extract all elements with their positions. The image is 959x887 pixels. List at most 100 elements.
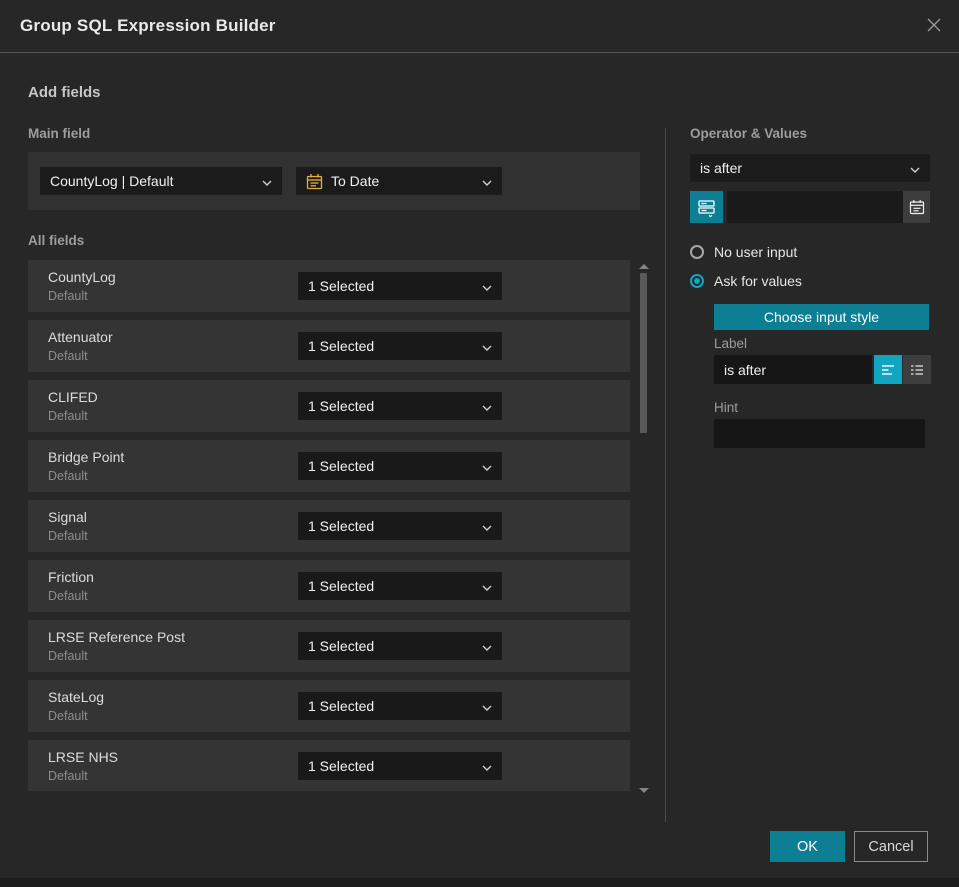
radio-ask-for-values[interactable]: Ask for values bbox=[690, 273, 802, 289]
input-style-text-button[interactable] bbox=[874, 355, 902, 384]
field-selected-value: 1 Selected bbox=[308, 338, 375, 354]
field-selected-value: 1 Selected bbox=[308, 578, 375, 594]
main-field-label: Main field bbox=[28, 126, 91, 141]
field-selected-dropdown[interactable]: 1 Selected bbox=[298, 692, 502, 720]
field-name: Friction bbox=[48, 569, 94, 585]
chevron-down-icon bbox=[476, 698, 492, 714]
field-subtitle: Default bbox=[48, 289, 88, 303]
group-sql-expression-builder-dialog: Group SQL Expression Builder Add fields … bbox=[0, 0, 959, 887]
field-selected-value: 1 Selected bbox=[308, 398, 375, 414]
main-date-select-value: To Date bbox=[331, 173, 380, 189]
field-selected-dropdown[interactable]: 1 Selected bbox=[298, 632, 502, 660]
field-row: StateLog Default 1 Selected bbox=[28, 680, 630, 732]
field-name: Bridge Point bbox=[48, 449, 125, 465]
operator-values-heading: Operator & Values bbox=[690, 126, 808, 141]
chevron-down-icon bbox=[476, 638, 492, 654]
main-date-select[interactable]: To Date bbox=[296, 167, 502, 195]
chevron-down-icon bbox=[476, 758, 492, 774]
field-selected-dropdown[interactable]: 1 Selected bbox=[298, 752, 502, 780]
field-selected-dropdown[interactable]: 1 Selected bbox=[298, 512, 502, 540]
add-fields-heading: Add fields bbox=[28, 84, 101, 101]
panel-divider bbox=[665, 128, 666, 822]
hint-caption: Hint bbox=[714, 400, 739, 415]
field-name: Signal bbox=[48, 509, 87, 525]
field-row: Signal Default 1 Selected bbox=[28, 500, 630, 552]
scroll-down-arrow[interactable] bbox=[639, 788, 649, 793]
field-row: LRSE NHS Default 1 Selected bbox=[28, 740, 630, 791]
field-name: CLIFED bbox=[48, 389, 98, 405]
calendar-icon bbox=[306, 173, 323, 190]
field-row: Attenuator Default 1 Selected bbox=[28, 320, 630, 372]
all-fields-label: All fields bbox=[28, 233, 85, 248]
chevron-down-icon bbox=[476, 173, 492, 189]
field-selected-value: 1 Selected bbox=[308, 278, 375, 294]
field-selected-value: 1 Selected bbox=[308, 458, 375, 474]
field-subtitle: Default bbox=[48, 649, 88, 663]
field-name: StateLog bbox=[48, 689, 105, 705]
field-selected-dropdown[interactable]: 1 Selected bbox=[298, 272, 502, 300]
field-subtitle: Default bbox=[48, 769, 88, 783]
list-icon bbox=[909, 362, 925, 378]
all-fields-list: CountyLog Default 1 Selected Attenuator … bbox=[28, 260, 630, 791]
dialog-title: Group SQL Expression Builder bbox=[20, 16, 276, 35]
field-name: LRSE Reference Post bbox=[48, 629, 185, 645]
chevron-down-icon bbox=[476, 398, 492, 414]
operator-select-value: is after bbox=[700, 160, 743, 176]
field-selected-value: 1 Selected bbox=[308, 758, 375, 774]
field-subtitle: Default bbox=[48, 709, 88, 723]
field-name: Attenuator bbox=[48, 329, 113, 345]
radio-selected-icon bbox=[690, 274, 704, 288]
choose-input-style-button[interactable]: Choose input style bbox=[714, 304, 929, 330]
field-name: LRSE NHS bbox=[48, 749, 119, 765]
field-row: Friction Default 1 Selected bbox=[28, 560, 630, 612]
radio-ask-for-values-label: Ask for values bbox=[714, 273, 802, 289]
field-row: LRSE Reference Post Default 1 Selected bbox=[28, 620, 630, 672]
dialog-bottom-edge bbox=[0, 878, 959, 887]
label-input[interactable] bbox=[714, 355, 872, 384]
main-field-panel: CountyLog | Default To Date bbox=[28, 152, 640, 210]
scroll-up-arrow[interactable] bbox=[639, 264, 649, 269]
field-row: CountyLog Default 1 Selected bbox=[28, 260, 630, 312]
field-subtitle: Default bbox=[48, 409, 88, 423]
field-selected-value: 1 Selected bbox=[308, 518, 375, 534]
chevron-down-icon bbox=[476, 578, 492, 594]
chevron-down-icon bbox=[476, 458, 492, 474]
scrollbar-thumb[interactable] bbox=[640, 273, 647, 433]
field-subtitle: Default bbox=[48, 589, 88, 603]
dialog-header: Group SQL Expression Builder bbox=[0, 0, 959, 53]
stacked-values-icon bbox=[697, 198, 716, 217]
hint-input[interactable] bbox=[714, 419, 925, 448]
input-style-list-button[interactable] bbox=[903, 355, 931, 384]
chevron-down-icon bbox=[904, 160, 920, 176]
chevron-down-icon bbox=[476, 518, 492, 534]
field-subtitle: Default bbox=[48, 529, 88, 543]
radio-circle-icon bbox=[690, 245, 704, 259]
close-icon bbox=[926, 17, 942, 38]
value-input[interactable] bbox=[727, 191, 903, 223]
date-picker-button[interactable] bbox=[903, 191, 930, 223]
main-field-select-value: CountyLog | Default bbox=[50, 173, 174, 189]
field-row: CLIFED Default 1 Selected bbox=[28, 380, 630, 432]
field-selected-value: 1 Selected bbox=[308, 638, 375, 654]
list-scrollbar[interactable] bbox=[638, 262, 650, 798]
field-row: Bridge Point Default 1 Selected bbox=[28, 440, 630, 492]
field-selected-dropdown[interactable]: 1 Selected bbox=[298, 452, 502, 480]
chevron-down-icon bbox=[476, 338, 492, 354]
field-selected-dropdown[interactable]: 1 Selected bbox=[298, 332, 502, 360]
field-subtitle: Default bbox=[48, 469, 88, 483]
radio-no-user-input[interactable]: No user input bbox=[690, 244, 797, 260]
chevron-down-icon bbox=[256, 173, 272, 189]
value-mode-button[interactable] bbox=[690, 191, 723, 223]
field-name: CountyLog bbox=[48, 269, 116, 285]
ok-button[interactable]: OK bbox=[770, 831, 845, 862]
field-selected-dropdown[interactable]: 1 Selected bbox=[298, 392, 502, 420]
main-field-select[interactable]: CountyLog | Default bbox=[40, 167, 282, 195]
chevron-down-icon bbox=[476, 278, 492, 294]
close-button[interactable] bbox=[923, 16, 945, 38]
align-left-icon bbox=[880, 362, 896, 378]
label-caption: Label bbox=[714, 336, 748, 351]
cancel-button[interactable]: Cancel bbox=[854, 831, 928, 862]
field-selected-dropdown[interactable]: 1 Selected bbox=[298, 572, 502, 600]
radio-no-user-input-label: No user input bbox=[714, 244, 798, 260]
operator-select[interactable]: is after bbox=[690, 154, 930, 182]
